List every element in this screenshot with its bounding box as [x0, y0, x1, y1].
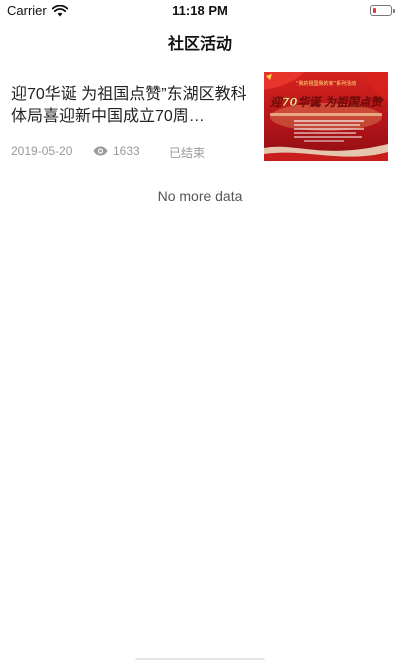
status-bar: Carrier 11:18 PM — [0, 0, 400, 22]
item-date: 2019-05-20 — [11, 144, 73, 158]
item-views: 1633 — [93, 144, 140, 158]
list-item[interactable]: 迎70华诞 为祖国点赞”东湖区教科体局喜迎新中国成立70周… 2019-05-2… — [0, 62, 400, 172]
thumb-banner-text: 迎70华诞 为祖国点赞 — [270, 95, 385, 109]
page-title: 社区活动 — [167, 36, 232, 53]
battery-icon — [370, 5, 395, 16]
battery-level — [373, 8, 376, 13]
no-more-data-label: No more data — [157, 188, 243, 204]
screen: Carrier 11:18 PM 社区活动 迎70华诞 为祖国点赞”东湖区教科体… — [0, 0, 400, 660]
status-badge: 已结束 — [169, 146, 206, 160]
thumb-top-tag: “我的祖国我的家”系列活动 — [296, 80, 356, 87]
views-count: 1633 — [113, 144, 140, 158]
status-time: 11:18 PM — [172, 3, 228, 18]
item-title: 迎70华诞 为祖国点赞”东湖区教科体局喜迎新中国成立70周… — [11, 86, 247, 125]
eye-icon — [93, 146, 108, 156]
item-thumbnail: “我的祖国我的家”系列活动 迎70华诞 为祖国点赞 — [264, 72, 388, 161]
thumbnail-image: “我的祖国我的家”系列活动 迎70华诞 为祖国点赞 — [264, 72, 388, 161]
nav-bar: 社区活动 — [0, 22, 400, 62]
